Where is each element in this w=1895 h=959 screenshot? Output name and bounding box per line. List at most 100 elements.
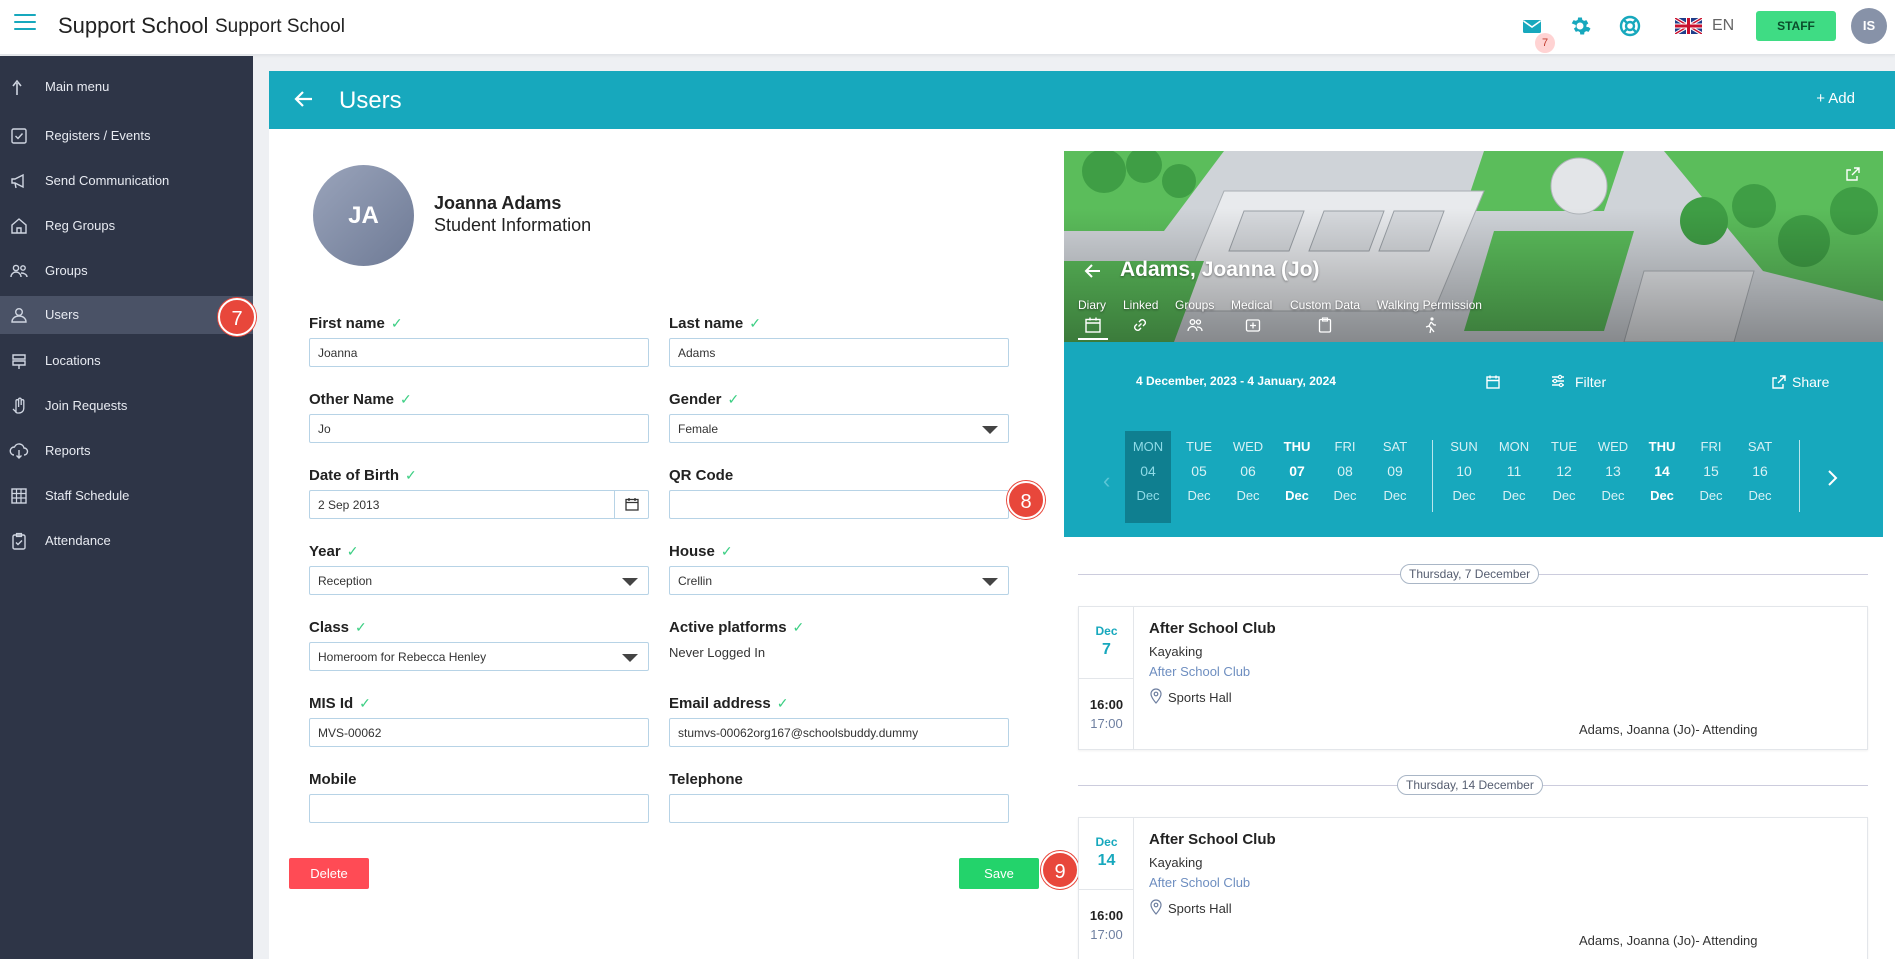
- calendar-day[interactable]: TUE 12 Dec: [1541, 431, 1587, 523]
- day-month: Dec: [1383, 488, 1407, 503]
- day-name: THU: [1648, 439, 1676, 454]
- share-button[interactable]: Share: [1792, 374, 1829, 390]
- language-selector[interactable]: EN: [1712, 17, 1734, 35]
- cloud-download-icon: [9, 443, 29, 459]
- day-name: MON: [1132, 439, 1164, 454]
- other-name-field[interactable]: Jo: [309, 414, 649, 443]
- tab-walking-permission[interactable]: Walking Permission: [1377, 298, 1482, 312]
- event-location: Sports Hall: [1168, 901, 1232, 916]
- event-card[interactable]: Dec 7 16:00 17:00 After School Club Kaya…: [1078, 606, 1868, 750]
- sidebar-item-label: Staff Schedule: [45, 488, 130, 503]
- student-display-name: Adams, Joanna (Jo): [1120, 258, 1320, 281]
- sidebar-item-staff-schedule[interactable]: Staff Schedule: [0, 477, 253, 515]
- user-avatar[interactable]: IS: [1851, 8, 1887, 44]
- week-divider: [1799, 440, 1800, 512]
- house-select[interactable]: Crellin: [669, 566, 1009, 595]
- day-month: Dec: [1601, 488, 1625, 503]
- sidebar-item-users[interactable]: Users: [0, 296, 253, 334]
- calendar-day[interactable]: MON 11 Dec: [1491, 431, 1537, 523]
- sidebar-item-attendance[interactable]: Attendance: [0, 522, 253, 560]
- calendar-day[interactable]: SAT 16 Dec: [1737, 431, 1783, 523]
- staff-role-button[interactable]: STAFF: [1756, 11, 1836, 41]
- arrow-up-icon: [12, 79, 22, 95]
- active-platforms-label: Active platforms ✓: [669, 619, 805, 636]
- gear-icon[interactable]: [1568, 14, 1592, 38]
- telephone-field[interactable]: [669, 794, 1009, 823]
- day-number: 06: [1240, 463, 1256, 479]
- day-name: SAT: [1747, 439, 1773, 454]
- qr-code-field[interactable]: [669, 490, 1009, 519]
- calendar-day[interactable]: THU 07 Dec: [1274, 431, 1320, 523]
- dob-field[interactable]: 2 Sep 2013: [309, 490, 649, 519]
- share-icon[interactable]: [1771, 374, 1787, 390]
- tab-linked[interactable]: Linked: [1123, 298, 1158, 312]
- event-category: After School Club: [1149, 875, 1251, 890]
- calendar-day[interactable]: SUN 10 Dec: [1441, 431, 1487, 523]
- save-button[interactable]: Save: [959, 858, 1039, 889]
- day-month: Dec: [1452, 488, 1476, 503]
- gender-select[interactable]: Female: [669, 414, 1009, 443]
- sidebar-item-groups[interactable]: Groups: [0, 252, 253, 290]
- day-month: Dec: [1502, 488, 1526, 503]
- calendar-day[interactable]: FRI 15 Dec: [1688, 431, 1734, 523]
- hamburger-menu-icon[interactable]: [14, 14, 36, 32]
- calendar-day[interactable]: SAT 09 Dec: [1372, 431, 1418, 523]
- sidebar-item-reg-groups[interactable]: Reg Groups: [0, 207, 253, 245]
- delete-button[interactable]: Delete: [289, 858, 369, 889]
- calendar-day[interactable]: MON 04 Dec: [1125, 431, 1171, 523]
- last-name-field[interactable]: Adams: [669, 338, 1009, 367]
- lifebuoy-icon[interactable]: [1618, 14, 1642, 38]
- sidebar-item-locations[interactable]: Locations: [0, 342, 253, 380]
- step-marker-qr: 8: [1007, 481, 1045, 519]
- chevron-right-icon[interactable]: [1826, 469, 1840, 487]
- day-name: SUN: [1450, 439, 1478, 454]
- sidebar-item-label: Attendance: [45, 533, 111, 548]
- class-select[interactable]: Homeroom for Rebecca Henley: [309, 642, 649, 671]
- calendar-day[interactable]: WED 13 Dec: [1590, 431, 1636, 523]
- day-name: WED: [1232, 439, 1264, 454]
- calendar-day[interactable]: THU 14 Dec: [1639, 431, 1685, 523]
- external-link-icon[interactable]: [1845, 166, 1861, 182]
- house-label: House ✓: [669, 543, 733, 560]
- group-icon: [1187, 319, 1203, 332]
- megaphone-icon: [11, 173, 24, 189]
- sidebar-item-main-menu[interactable]: Main menu: [0, 68, 253, 106]
- tab-medical[interactable]: Medical: [1231, 298, 1272, 312]
- day-month: Dec: [1187, 488, 1211, 503]
- filter-button[interactable]: Filter: [1575, 374, 1606, 390]
- mis-id-field[interactable]: MVS-00062: [309, 718, 649, 747]
- mobile-field[interactable]: [309, 794, 649, 823]
- calendar-day[interactable]: FRI 08 Dec: [1322, 431, 1368, 523]
- day-number: 13: [1605, 463, 1621, 479]
- day-name: SAT: [1382, 439, 1408, 454]
- tab-custom-data[interactable]: Custom Data: [1290, 298, 1360, 312]
- sidebar-item-label: Send Communication: [45, 173, 170, 188]
- sidebar-item-registers[interactable]: Registers / Events: [0, 117, 253, 155]
- day-number: 09: [1387, 463, 1403, 479]
- calendar-icon[interactable]: [1485, 374, 1501, 390]
- tab-groups[interactable]: Groups: [1175, 298, 1214, 312]
- back-arrow-icon[interactable]: [293, 88, 315, 110]
- sidebar-item-reports[interactable]: Reports: [0, 432, 253, 470]
- check-icon: ✓: [359, 695, 371, 711]
- first-name-field[interactable]: Joanna: [309, 338, 649, 367]
- year-select[interactable]: Reception: [309, 566, 649, 595]
- add-user-button[interactable]: + Add: [1816, 90, 1855, 107]
- tab-diary[interactable]: Diary: [1078, 298, 1106, 312]
- chevron-left-icon[interactable]: ‹: [1103, 468, 1110, 494]
- event-start-time: 16:00: [1089, 908, 1124, 923]
- date-pill: Thursday, 14 December: [1397, 775, 1543, 795]
- event-card[interactable]: Dec 14 16:00 17:00 After School Club Kay…: [1078, 817, 1868, 959]
- day-number: 10: [1456, 463, 1472, 479]
- calendar-day[interactable]: WED 06 Dec: [1225, 431, 1271, 523]
- calendar-day[interactable]: TUE 05 Dec: [1176, 431, 1222, 523]
- email-field[interactable]: stumvs-00062org167@schoolsbuddy.dummy: [669, 718, 1009, 747]
- week-divider: [1432, 440, 1433, 512]
- sidebar-item-send-communication[interactable]: Send Communication: [0, 162, 253, 200]
- filter-icon[interactable]: [1550, 373, 1566, 389]
- dob-label: Date of Birth ✓: [309, 467, 417, 484]
- sidebar-item-join-requests[interactable]: Join Requests: [0, 387, 253, 425]
- calendar-picker-button[interactable]: [614, 491, 648, 518]
- uk-flag-icon[interactable]: [1675, 18, 1702, 34]
- back-arrow-icon[interactable]: [1083, 261, 1103, 281]
